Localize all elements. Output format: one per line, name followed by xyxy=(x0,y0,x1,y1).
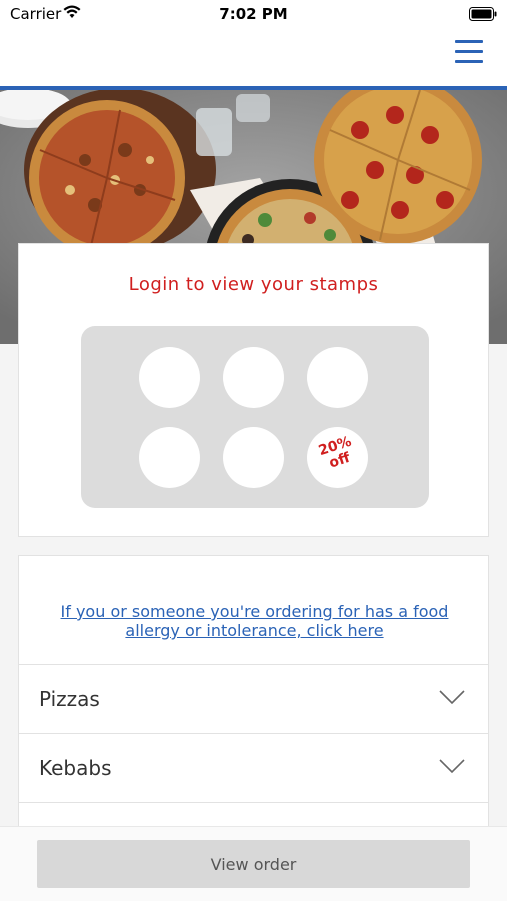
chevron-down-icon xyxy=(439,690,465,705)
bottom-bar: View order xyxy=(0,826,507,901)
battery-icon xyxy=(469,7,497,21)
stamp-slot xyxy=(307,347,368,408)
view-order-button[interactable]: View order xyxy=(37,840,470,888)
stamp-card: Login to view your stamps 20% off xyxy=(18,243,489,537)
stamp-grid: 20% off xyxy=(81,326,429,508)
category-label: Kebabs xyxy=(39,756,112,780)
stamp-login-prompt[interactable]: Login to view your stamps xyxy=(19,274,488,295)
stamp-slot xyxy=(139,347,200,408)
stamp-slot xyxy=(223,427,284,488)
stamp-slot xyxy=(139,427,200,488)
hamburger-menu-icon[interactable] xyxy=(455,40,483,66)
category-kebabs[interactable]: Kebabs xyxy=(19,733,488,802)
reward-stamp: 20% off xyxy=(307,427,368,488)
app-header xyxy=(0,30,507,90)
allergy-info-link[interactable]: If you or someone you're ordering for ha… xyxy=(39,602,470,640)
status-bar: Carrier 7:02 PM xyxy=(0,0,507,30)
clock: 7:02 PM xyxy=(219,5,288,23)
reward-label: 20% off xyxy=(316,433,354,472)
category-pizzas[interactable]: Pizzas xyxy=(19,664,488,733)
chevron-down-icon xyxy=(439,759,465,774)
menu-card: If you or someone you're ordering for ha… xyxy=(18,555,489,845)
stamp-slot xyxy=(223,347,284,408)
category-label: Pizzas xyxy=(39,687,100,711)
